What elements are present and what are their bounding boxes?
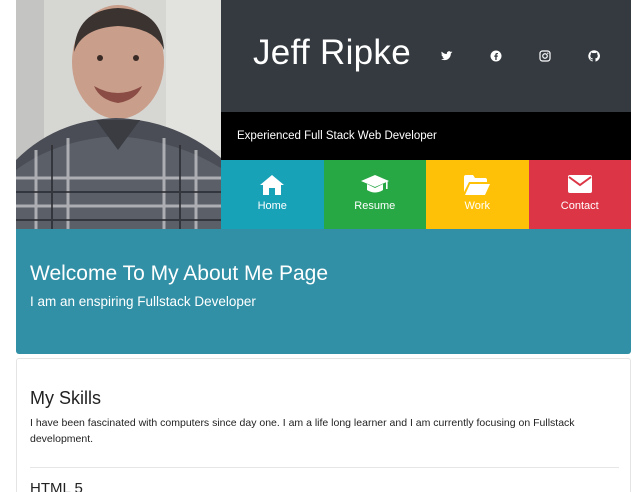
nav-work[interactable]: Work (426, 160, 529, 229)
nav-contact-label: Contact (560, 200, 599, 212)
welcome-title: Welcome To My About Me Page (30, 262, 329, 285)
instagram-icon[interactable] (539, 49, 553, 63)
profile-photo (16, 0, 221, 229)
skills-card: My Skills I have been fascinated with co… (16, 358, 631, 492)
github-icon[interactable] (588, 49, 602, 63)
tagline: Experienced Full Stack Web Developer (237, 130, 437, 142)
nav-home[interactable]: Home (221, 160, 324, 229)
skills-text: I have been fascinated with computers si… (30, 417, 575, 445)
home-icon (260, 175, 285, 200)
folder-open-icon (464, 175, 491, 200)
welcome-subtitle: I am an enspiring Fullstack Developer (30, 294, 256, 309)
header: Jeff Ripke Experienced Full Stack Web De… (16, 0, 631, 229)
nav-resume[interactable]: Resume (323, 160, 426, 229)
envelope-icon (567, 175, 592, 198)
nav-resume-label: Resume (354, 200, 396, 212)
divider (30, 467, 619, 468)
site-name: Jeff Ripke (253, 33, 411, 72)
graduation-cap-icon (360, 175, 389, 200)
page-container: Jeff Ripke Experienced Full Stack Web De… (16, 0, 631, 492)
skill-heading: HTML 5 (30, 480, 83, 492)
nav-home-label: Home (257, 200, 287, 212)
twitter-icon[interactable] (441, 49, 455, 63)
tagline-bar: Experienced Full Stack Web Developer (221, 112, 631, 160)
nav-work-label: Work (464, 200, 490, 212)
name-bar: Jeff Ripke (221, 0, 631, 112)
main-nav: Home Resume Work Contact (221, 160, 631, 229)
welcome-jumbotron: Welcome To My About Me Page I am an ensp… (16, 229, 631, 354)
facebook-icon[interactable] (490, 49, 504, 63)
skills-title: My Skills (30, 388, 101, 408)
nav-contact[interactable]: Contact (528, 160, 631, 229)
